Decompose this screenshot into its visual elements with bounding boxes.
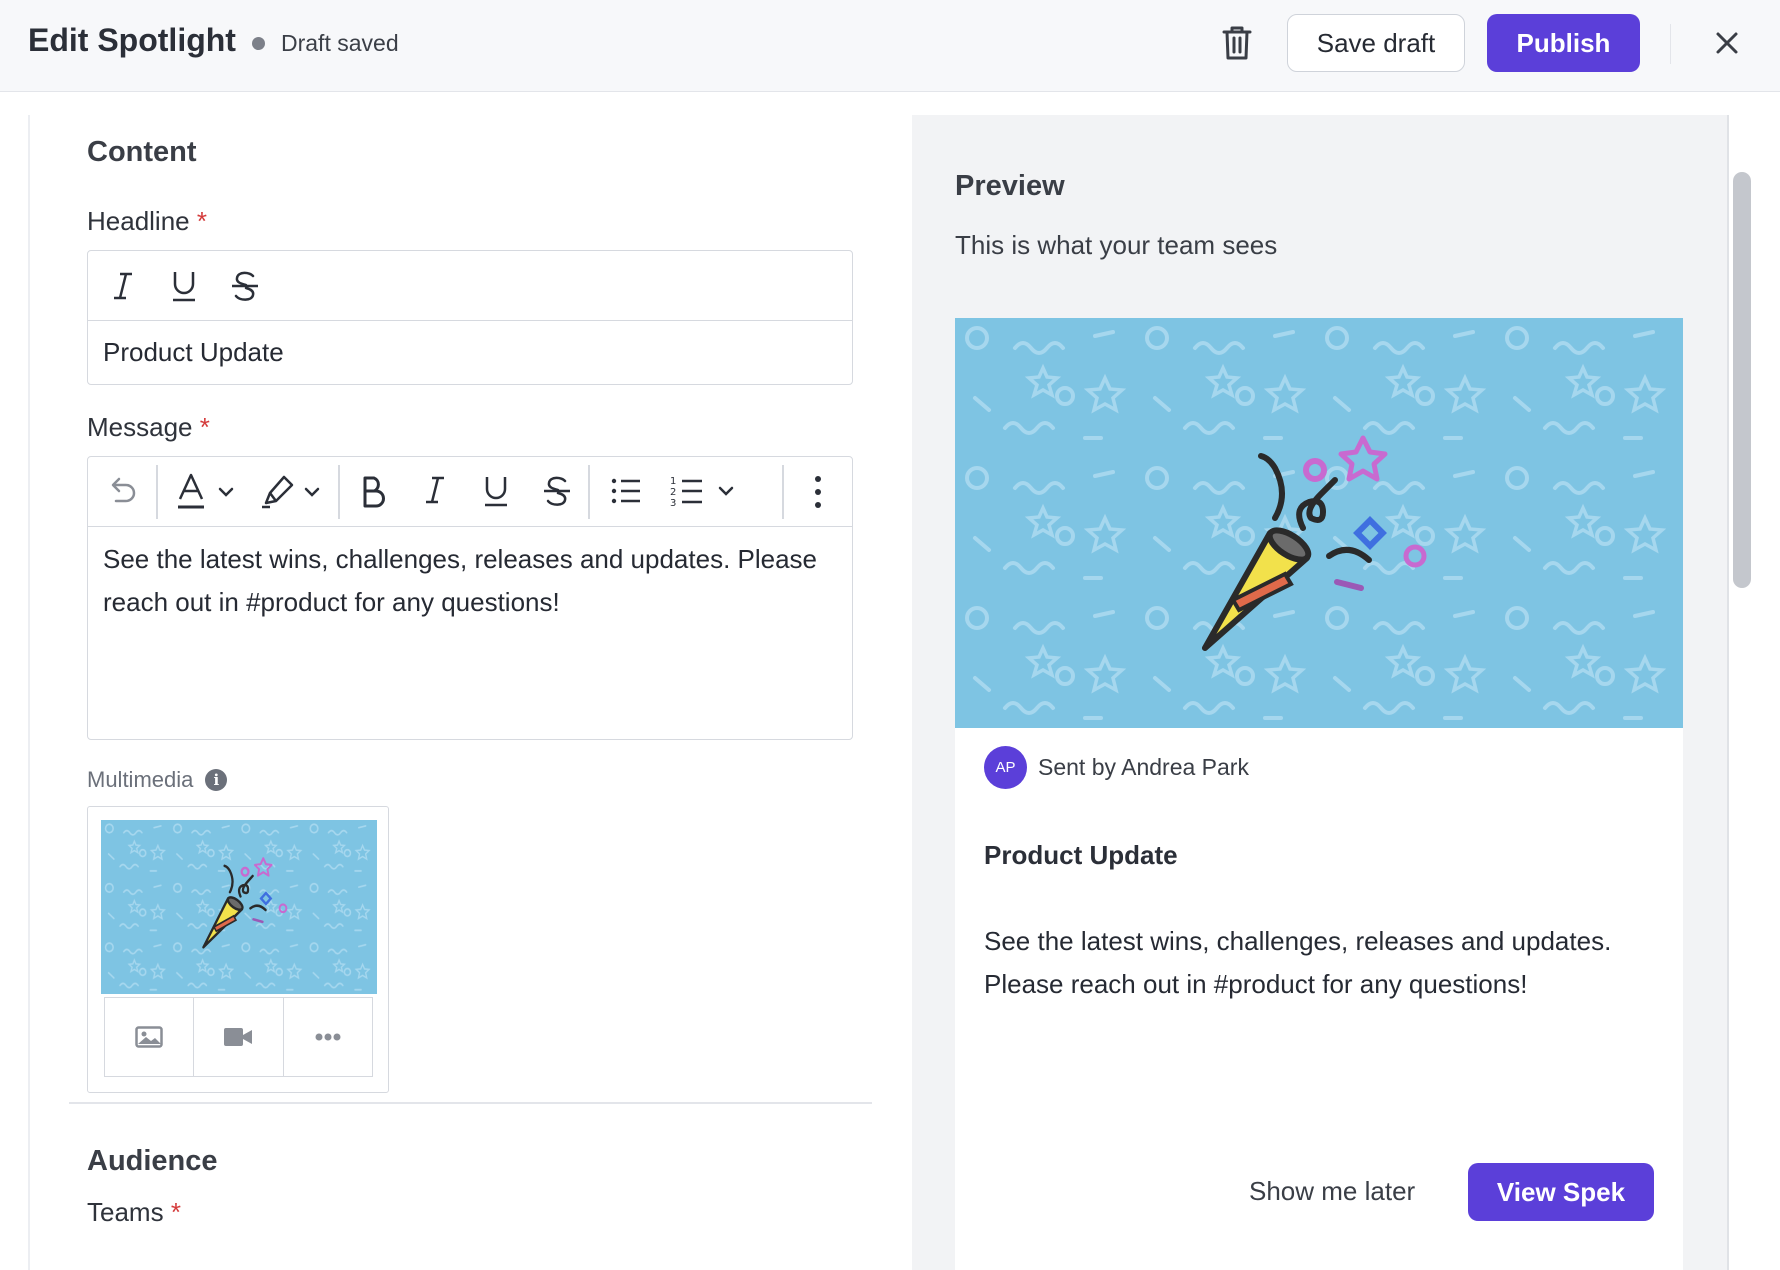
scrollbar-track	[1727, 115, 1729, 1270]
svg-text:2: 2	[670, 487, 676, 498]
page-title: Edit Spotlight	[28, 22, 236, 58]
multimedia-actions	[104, 997, 373, 1077]
save-status: Draft saved	[252, 30, 399, 57]
image-icon	[135, 1026, 163, 1048]
multimedia-label-text: Multimedia	[87, 767, 194, 792]
status-text: Draft saved	[281, 30, 399, 56]
save-draft-button[interactable]: Save draft	[1287, 14, 1465, 72]
message-input[interactable]: See the latest wins, challenges, release…	[103, 538, 843, 624]
strikethrough-icon[interactable]	[542, 474, 572, 508]
preview-headline: Product Update	[984, 840, 1178, 870]
scrollbar-thumb[interactable]	[1733, 172, 1751, 588]
toolbar-separator	[782, 465, 784, 519]
preview-message: See the latest wins, challenges, release…	[984, 926, 1612, 999]
message-editor: 1 2 3 See the latest wins, challenges, r…	[87, 456, 853, 740]
header-divider	[1670, 24, 1671, 64]
required-marker: *	[170, 1197, 181, 1227]
sent-by-text: Sent by Andrea Park	[1038, 754, 1249, 780]
numbered-list-icon[interactable]: 1 2 3	[670, 473, 740, 509]
add-video-button[interactable]	[194, 998, 284, 1076]
toolbar-separator	[588, 465, 590, 519]
headline-label: Headline *	[87, 206, 207, 237]
bold-icon[interactable]	[360, 475, 386, 509]
trash-icon[interactable]	[1220, 24, 1254, 62]
svg-text:3: 3	[670, 498, 676, 509]
svg-text:1: 1	[670, 476, 676, 487]
required-marker: *	[199, 412, 210, 442]
headline-toolbar	[88, 251, 852, 321]
headline-label-text: Headline	[87, 206, 190, 236]
preview-subtitle: This is what your team sees	[955, 230, 1278, 260]
multimedia-box	[87, 806, 389, 1093]
avatar: AP	[984, 746, 1027, 789]
message-label-text: Message	[87, 412, 193, 442]
status-dot	[252, 37, 265, 50]
more-horizontal-icon	[315, 1033, 341, 1041]
publish-button[interactable]: Publish	[1487, 14, 1640, 72]
teams-label: Teams *	[87, 1197, 181, 1228]
preview-title: Preview	[955, 170, 1065, 202]
teams-label-text: Teams	[87, 1197, 164, 1227]
headline-input[interactable]: Product Update	[103, 331, 284, 374]
add-image-button[interactable]	[105, 998, 195, 1076]
required-marker: *	[196, 206, 207, 236]
bullet-list-icon[interactable]	[610, 475, 642, 507]
message-label: Message *	[87, 412, 210, 443]
toolbar-separator	[338, 465, 340, 519]
more-vertical-icon[interactable]	[813, 475, 823, 509]
close-icon[interactable]	[1714, 30, 1740, 56]
underline-icon[interactable]	[170, 269, 198, 303]
show-me-later-button[interactable]: Show me later	[1249, 1176, 1415, 1207]
multimedia-label: Multimedia i	[87, 767, 228, 793]
toolbar-separator	[156, 465, 158, 519]
audience-section-title: Audience	[87, 1145, 218, 1177]
more-media-button[interactable]	[284, 998, 372, 1076]
video-icon	[224, 1028, 253, 1046]
info-icon[interactable]: i	[205, 769, 228, 791]
headline-editor: Product Update	[87, 250, 853, 385]
underline-icon[interactable]	[482, 474, 510, 508]
text-color-icon[interactable]	[176, 473, 242, 511]
highlight-icon[interactable]	[260, 473, 326, 511]
italic-icon[interactable]	[110, 271, 136, 301]
multimedia-thumbnail[interactable]	[101, 820, 377, 994]
content-section-title: Content	[87, 136, 197, 168]
message-toolbar: 1 2 3	[88, 457, 852, 527]
preview-card: AP Sent by Andrea Park Product Update Se…	[955, 318, 1683, 1270]
left-panel-border	[28, 115, 30, 1270]
section-divider	[69, 1102, 872, 1104]
strikethrough-icon[interactable]	[230, 269, 260, 303]
view-spek-button[interactable]: View Spek	[1468, 1163, 1654, 1221]
top-bar: Edit Spotlight Draft saved Save draft Pu…	[0, 0, 1780, 92]
italic-icon[interactable]	[422, 475, 448, 505]
preview-banner-image	[955, 318, 1683, 728]
undo-icon[interactable]	[106, 475, 138, 507]
